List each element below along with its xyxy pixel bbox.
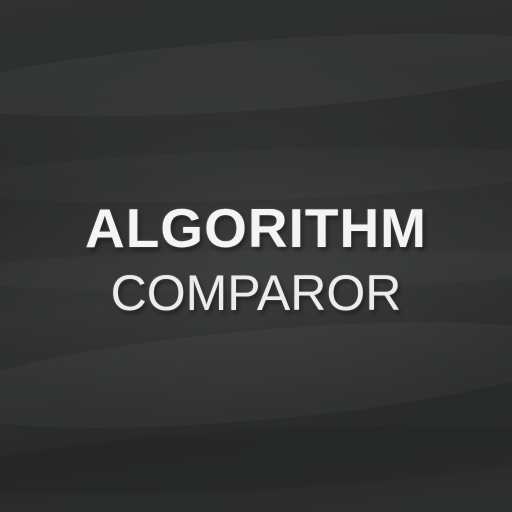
title-line-2: COMPAROR bbox=[110, 265, 402, 321]
chalk-smudge bbox=[0, 413, 512, 507]
chalkboard-background: ALGORITHM COMPAROR bbox=[0, 0, 512, 512]
chalk-smudge bbox=[0, 18, 512, 132]
chalk-smudge bbox=[0, 302, 512, 447]
title-line-1: ALGORITHM bbox=[84, 197, 427, 259]
